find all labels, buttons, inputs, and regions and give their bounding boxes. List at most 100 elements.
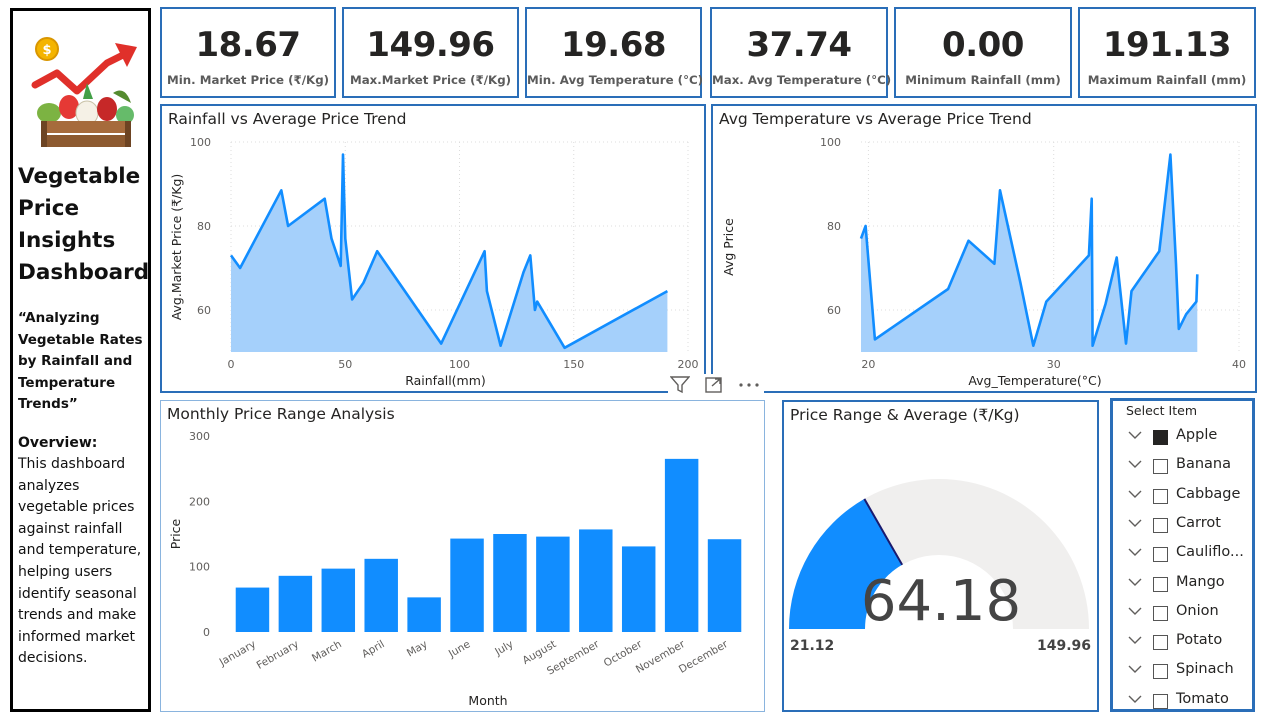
kpi-card-max-price[interactable]: 149.96 Max.Market Price (₹/Kg) <box>342 7 519 98</box>
slicer-item-potato[interactable]: Potato <box>1127 630 1255 654</box>
checkbox[interactable] <box>1153 635 1168 651</box>
y-tick-label: 300 <box>189 430 210 443</box>
kpi-label: Maximum Rainfall (mm) <box>1087 73 1247 87</box>
filter-icon[interactable] <box>670 376 690 394</box>
checkbox[interactable] <box>1153 459 1168 475</box>
info-panel: $ Vegetable Price Insights Dashboard “An… <box>10 8 151 712</box>
area-fill <box>231 154 668 352</box>
x-tick-label: 150 <box>563 358 584 371</box>
slicer-item-onion[interactable]: Onion <box>1127 601 1255 625</box>
bar-may <box>407 597 441 632</box>
focus-mode-icon[interactable] <box>704 376 724 394</box>
x-axis-title: Avg_Temperature(°C) <box>968 373 1101 388</box>
monthly-chart-svg: 0 100 200 300 JanuaryFebruary March April May Ju… <box>168 430 742 708</box>
temperature-price-chart[interactable]: Avg Temperature vs Average Price Trend 6… <box>711 104 1257 393</box>
y-tick-label: 80 <box>827 220 841 233</box>
bar-march <box>321 568 356 632</box>
chevron-down-icon[interactable] <box>1127 486 1143 502</box>
slicer-item-mango[interactable]: Mango <box>1127 572 1255 596</box>
chevron-down-icon[interactable] <box>1127 574 1143 590</box>
slicer-item-label: Spinach <box>1176 661 1234 678</box>
price-gauge-card[interactable]: Price Range & Average (₹/Kg) 64.18 21.12 1… <box>782 400 1099 712</box>
chevron-down-icon[interactable] <box>1127 632 1143 648</box>
chevron-down-icon[interactable] <box>1127 427 1143 443</box>
slicer-item-label: Tomato <box>1176 690 1229 707</box>
x-axis-title: Rainfall(mm) <box>405 373 486 388</box>
kpi-label: Max. Avg Temperature (°C) <box>712 73 892 87</box>
kpi-card-min-price[interactable]: 18.67 Min. Market Price (₹/Kg) <box>160 7 336 98</box>
checkbox[interactable] <box>1153 430 1168 445</box>
rainfall-chart-svg: 60 80 100 0 50 100 150 200 Rainfall(mm) Avg.Marke… <box>169 136 699 388</box>
bar-april <box>364 558 398 632</box>
chevron-down-icon[interactable] <box>1127 456 1143 472</box>
checkbox[interactable] <box>1153 605 1168 621</box>
bar-january <box>235 587 270 632</box>
chevron-down-icon[interactable] <box>1127 661 1143 677</box>
dashboard-tagline: “Analyzing Vegetable Rates by Rainfall a… <box>18 310 143 412</box>
bar-october <box>621 546 656 632</box>
slicer-item-cauliflo[interactable]: Cauliflo... <box>1127 542 1255 566</box>
y-tick-label: 200 <box>189 495 210 508</box>
y-tick-label: 100 <box>189 561 210 574</box>
slicer-item-carrot[interactable]: Carrot <box>1127 513 1255 537</box>
slicer-item-label: Apple <box>1176 427 1218 443</box>
checkbox[interactable] <box>1153 517 1168 533</box>
checkbox[interactable] <box>1153 693 1168 709</box>
kpi-card-max-temperature[interactable]: 37.74 Max. Avg Temperature (°C) <box>710 7 892 98</box>
y-tick-label: 60 <box>827 304 841 317</box>
kpi-label: Min. Avg Temperature (°C) <box>527 73 704 87</box>
slicer-item-tomato[interactable]: Tomato <box>1127 689 1255 713</box>
dashboard-title: Vegetable Price Insights Dashboard <box>18 164 150 285</box>
x-axis-title: Month <box>468 693 507 708</box>
y-tick-label: 80 <box>197 220 211 233</box>
overview-text: This dashboard analyzes vegetable prices… <box>18 456 142 667</box>
bar-september <box>579 529 613 632</box>
x-tick-label: June <box>446 638 473 660</box>
bar-november <box>664 458 699 632</box>
slicer-item-cabbage[interactable]: Cabbage <box>1127 484 1255 508</box>
kpi-card-min-temperature[interactable]: 19.68 Min. Avg Temperature (°C) <box>525 7 704 98</box>
x-tick-label: 200 <box>678 358 699 371</box>
item-slicer[interactable]: Select Item Apple Banana Cabbage Carrot Caul… <box>1110 398 1255 712</box>
slicer-item-spinach[interactable]: Spinach <box>1127 659 1255 683</box>
chevron-down-icon[interactable] <box>1127 515 1143 531</box>
checkbox[interactable] <box>1153 664 1168 680</box>
kpi-value: 18.67 <box>195 25 301 65</box>
checkbox[interactable] <box>1153 576 1168 592</box>
x-tick-label: May <box>405 638 430 659</box>
vegetable-logo-icon: $ <box>31 37 137 147</box>
gauge-max-label: 149.96 <box>1037 638 1091 654</box>
kpi-card-max-rainfall[interactable]: 191.13 Maximum Rainfall (mm) <box>1078 7 1256 98</box>
chevron-down-icon[interactable] <box>1127 544 1143 560</box>
slicer-item-label: Cauliflo... <box>1176 544 1244 561</box>
y-axis-title: Price <box>168 518 183 549</box>
slicer-item-label: Banana <box>1176 456 1231 473</box>
x-tick-label: July <box>492 638 515 658</box>
kpi-card-min-rainfall[interactable]: 0.00 Minimum Rainfall (mm) <box>894 7 1072 98</box>
monthly-price-chart[interactable]: Monthly Price Range Analysis 0 100 200 300 J… <box>160 400 765 712</box>
slicer-item-label: Cabbage <box>1176 485 1241 502</box>
bar-june <box>450 538 484 632</box>
y-tick-label: 60 <box>197 304 211 317</box>
x-tick-label: February <box>255 638 301 672</box>
x-tick-label: 40 <box>1232 358 1246 371</box>
x-tick-label: 50 <box>338 358 352 371</box>
slicer-item-banana[interactable]: Banana <box>1127 454 1255 478</box>
rainfall-price-chart[interactable]: Rainfall vs Average Price Trend 60 80 100 0… <box>160 104 706 393</box>
slicer-item-apple[interactable]: Apple <box>1127 425 1255 449</box>
chevron-down-icon[interactable] <box>1127 603 1143 619</box>
chevron-down-icon[interactable] <box>1127 691 1143 707</box>
bar-february <box>278 575 313 632</box>
x-tick-label: 0 <box>228 358 235 371</box>
more-options-icon[interactable] <box>738 376 760 394</box>
bar-december <box>707 539 742 632</box>
checkbox[interactable] <box>1153 488 1168 504</box>
checkbox[interactable] <box>1153 547 1168 563</box>
x-tick-label: April <box>360 638 387 660</box>
x-tick-label: 100 <box>449 358 470 371</box>
gauge-svg: 64.18 21.12 149.96 <box>789 479 1091 654</box>
overview-heading: Overview: <box>18 435 98 451</box>
bar-august <box>536 536 570 632</box>
y-axis-title: Avg Price <box>721 218 736 276</box>
svg-text:$: $ <box>42 43 51 58</box>
